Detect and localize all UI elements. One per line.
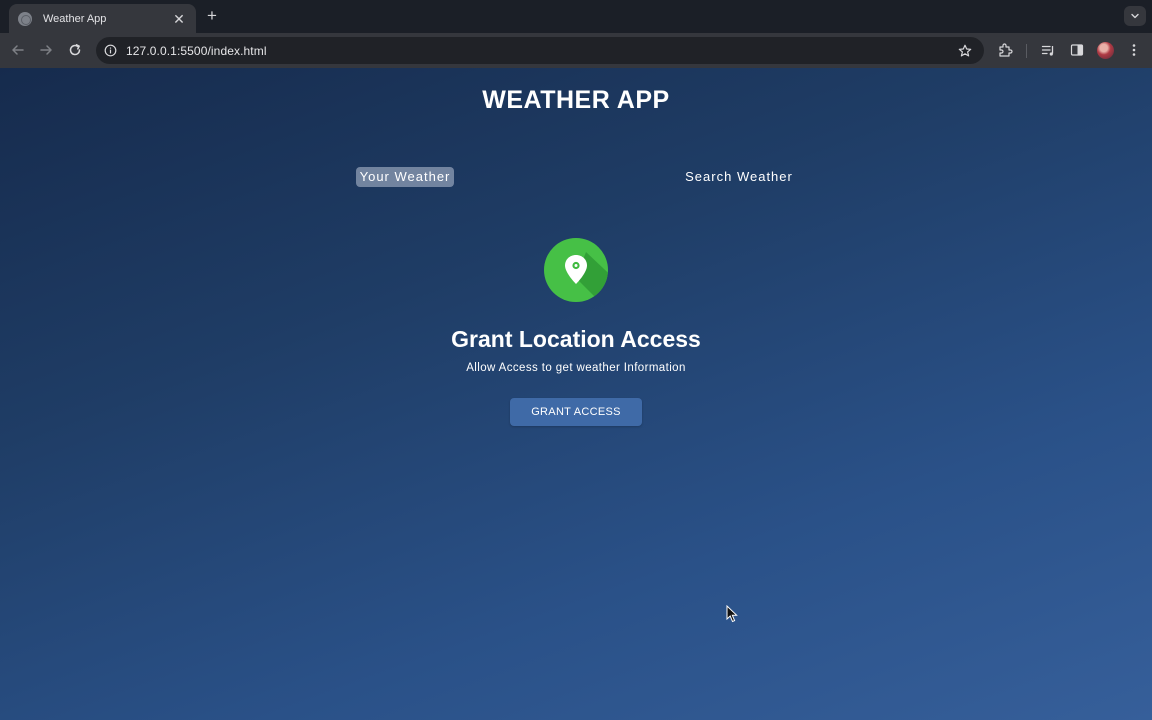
forward-arrow-icon xyxy=(40,45,52,55)
browser-tabstrip: Weather App ✕ + xyxy=(0,0,1152,33)
grant-access-button[interactable]: GRANT ACCESS xyxy=(510,398,642,426)
back-arrow-icon xyxy=(12,45,24,55)
reload-button[interactable] xyxy=(66,41,84,59)
close-tab-icon[interactable]: ✕ xyxy=(172,12,186,26)
location-pin-icon xyxy=(544,238,608,302)
new-tab-button[interactable]: + xyxy=(203,7,221,25)
page-title: WEATHER APP xyxy=(482,86,670,114)
tab-search-menu-button[interactable] xyxy=(1124,6,1146,26)
weather-app-page: WEATHER APP Your Weather Search Weather … xyxy=(0,68,1152,720)
reload-icon xyxy=(69,44,81,56)
bookmark-star-icon[interactable] xyxy=(957,43,972,58)
toolbar-separator xyxy=(1026,44,1027,58)
media-controls-icon[interactable] xyxy=(1040,42,1056,58)
chevron-down-icon xyxy=(1131,13,1139,19)
extensions-icon[interactable] xyxy=(997,42,1013,58)
browser-toolbar: 127.0.0.1:5500/index.html xyxy=(0,33,1152,68)
grant-location-subtitle: Allow Access to get weather Information xyxy=(466,362,686,374)
more-menu-icon[interactable] xyxy=(1126,42,1142,58)
profile-avatar[interactable] xyxy=(1097,42,1114,59)
browser-tab[interactable]: Weather App ✕ xyxy=(9,4,196,33)
site-info-icon[interactable] xyxy=(103,44,117,58)
side-panel-icon[interactable] xyxy=(1069,42,1085,58)
forward-button[interactable] xyxy=(37,41,55,59)
browser-tab-title: Weather App xyxy=(43,12,107,25)
globe-icon xyxy=(18,11,32,26)
address-bar[interactable]: 127.0.0.1:5500/index.html xyxy=(96,37,984,64)
grant-location-title: Grant Location Access xyxy=(451,326,701,352)
mouse-cursor-icon xyxy=(726,605,738,623)
address-url: 127.0.0.1:5500/index.html xyxy=(126,43,267,58)
tab-search-weather[interactable]: Search Weather xyxy=(684,167,794,187)
tab-your-weather[interactable]: Your Weather xyxy=(356,167,454,187)
back-button[interactable] xyxy=(9,41,27,59)
